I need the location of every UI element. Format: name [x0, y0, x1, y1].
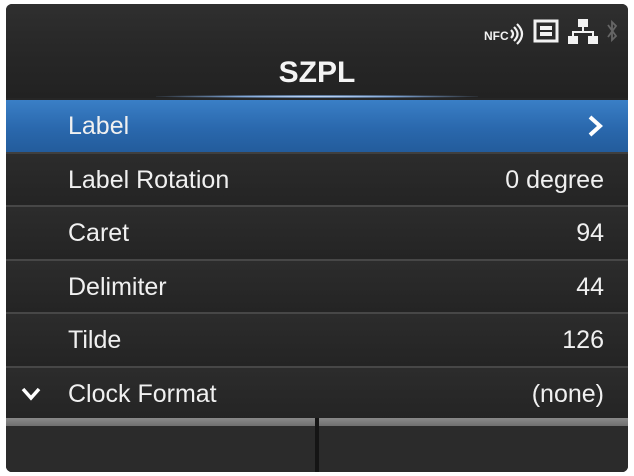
menu-item-value: 44 [576, 272, 604, 301]
menu-item-value: 126 [562, 326, 604, 354]
settings-menu: Label Label Rotation 0 degree Caret 94 D… [6, 100, 628, 421]
menu-item-label-text: Delimiter [68, 272, 167, 301]
menu-item-clock-format[interactable]: Clock Format (none) [6, 367, 628, 421]
device-frame: NFC SZPL Label Label Rotation 0 degree C… [0, 0, 634, 476]
softkey-left-indicator [6, 418, 315, 426]
network-icon [568, 17, 598, 45]
menu-item-value: 0 degree [505, 165, 604, 194]
chevron-right-icon [584, 114, 606, 138]
printer-display: NFC SZPL Label Label Rotation 0 degree C… [6, 4, 628, 472]
softkey-right-indicator [319, 418, 628, 426]
menu-item-caret[interactable]: Caret 94 [6, 207, 628, 261]
menu-item-tilde[interactable]: Tilde 126 [6, 314, 628, 368]
menu-item-label-text: Label Rotation [68, 165, 230, 194]
softkey-divider [315, 418, 319, 472]
menu-item-label[interactable]: Label [6, 100, 628, 154]
chevron-down-icon [20, 384, 42, 404]
header: NFC SZPL [6, 4, 628, 98]
menu-item-value: 94 [576, 219, 604, 247]
bluetooth-icon [606, 18, 618, 44]
menu-item-delimiter[interactable]: Delimiter 44 [6, 260, 628, 314]
softkey-left[interactable] [6, 426, 315, 472]
status-bar: NFC [484, 14, 618, 48]
menu-item-label-text: Tilde [68, 326, 122, 354]
title-underline [156, 95, 478, 98]
nfc-icon: NFC [484, 17, 524, 45]
menu-item-label-text: Caret [68, 219, 130, 247]
sd-card-icon [532, 18, 560, 44]
menu-item-label-text: Label [68, 112, 130, 140]
softkey-right[interactable] [319, 426, 628, 472]
menu-item-value: (none) [531, 379, 604, 408]
menu-item-label-rotation[interactable]: Label Rotation 0 degree [6, 153, 628, 207]
menu-item-label-text: Clock Format [68, 379, 217, 408]
softkey-bar [6, 418, 628, 472]
page-title: SZPL [278, 56, 356, 89]
